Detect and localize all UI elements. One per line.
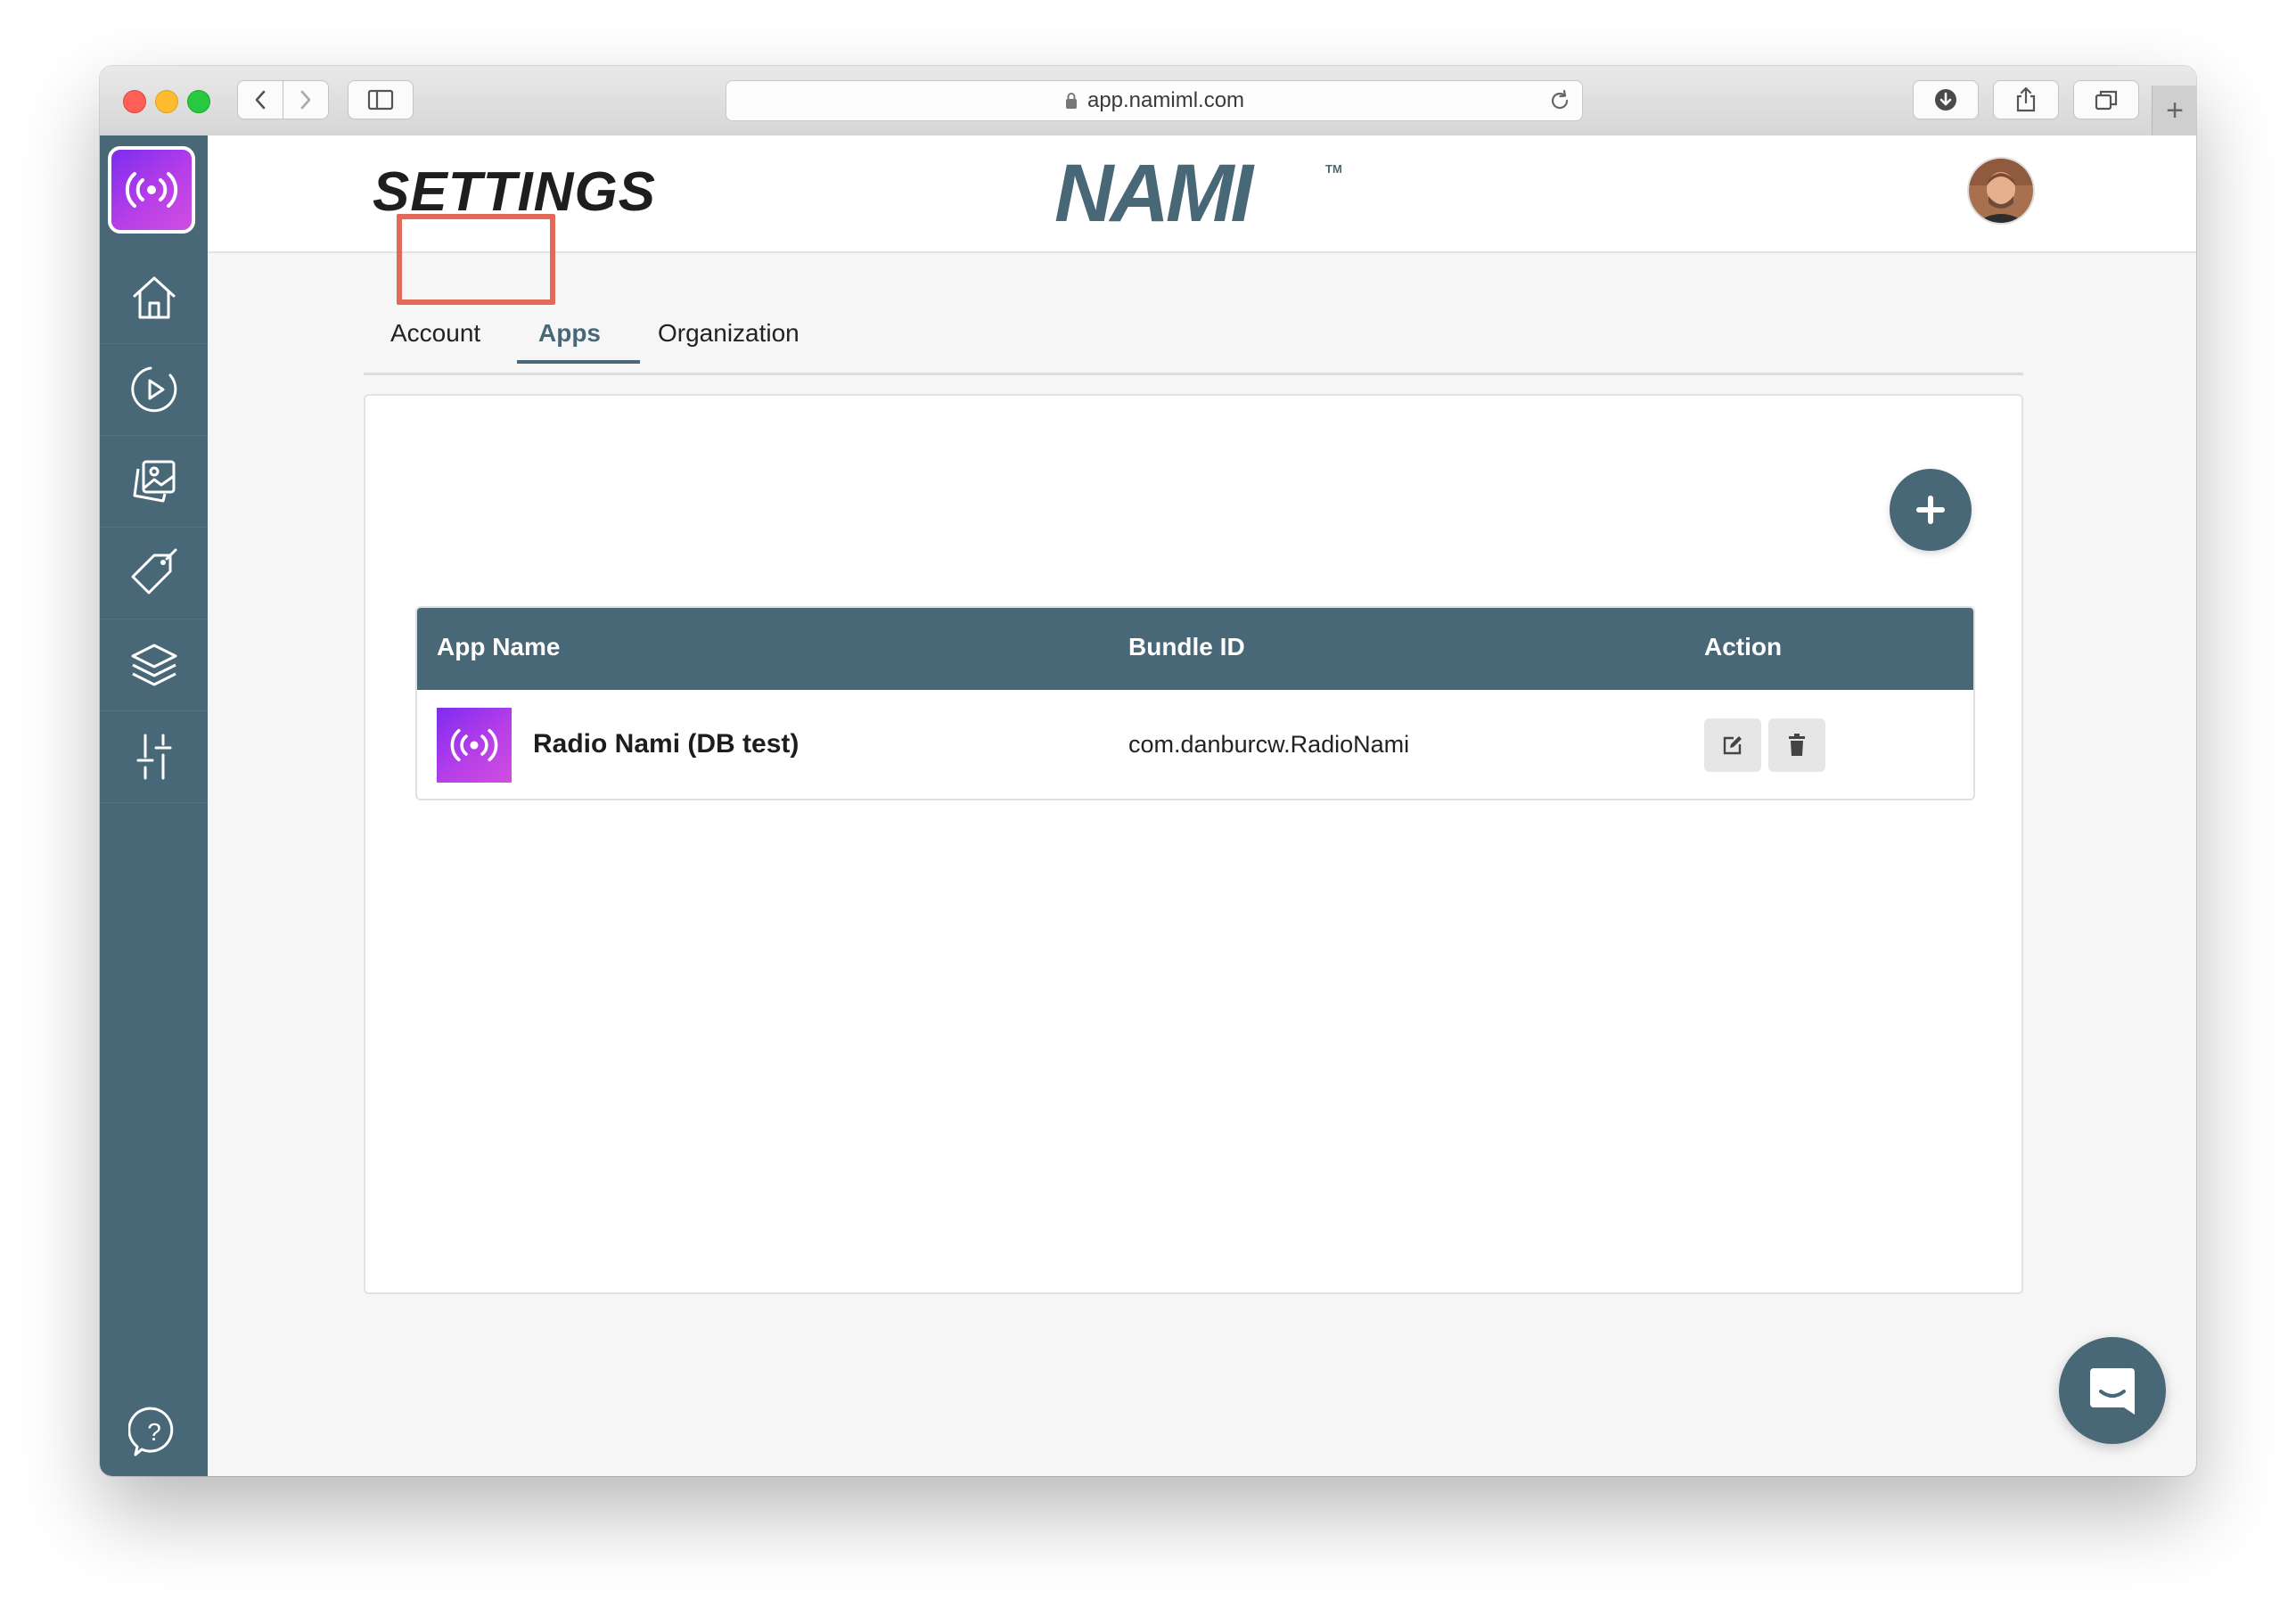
- close-window-button[interactable]: [123, 90, 146, 113]
- active-tab-indicator: [517, 360, 640, 364]
- svg-text:?: ?: [147, 1418, 161, 1446]
- add-app-button[interactable]: [1890, 469, 1972, 551]
- tab-account[interactable]: Account: [390, 319, 480, 348]
- sidebar-item-tags[interactable]: [100, 528, 208, 619]
- apps-tab-highlight: [397, 214, 555, 305]
- reload-icon[interactable]: [1548, 89, 1571, 119]
- sliders-icon: [136, 734, 171, 780]
- sidebar-toggle-button[interactable]: [348, 80, 414, 119]
- browser-toolbar: app.namiml.com +: [100, 66, 2196, 136]
- chat-icon: [2090, 1368, 2135, 1415]
- sidebar-item-play[interactable]: [100, 344, 208, 436]
- minimize-window-button[interactable]: [155, 90, 178, 113]
- svg-text:NAMI: NAMI: [1054, 157, 1256, 228]
- plus-icon: [1916, 496, 1945, 524]
- column-header-action: Action: [1704, 633, 1783, 660]
- new-tab-button[interactable]: +: [2152, 86, 2196, 135]
- help-icon: ?: [127, 1407, 173, 1456]
- settings-tabs: Account Apps Organization: [364, 296, 2023, 375]
- sidebar-item-gallery[interactable]: [100, 436, 208, 528]
- show-tabs-button[interactable]: [2073, 80, 2139, 119]
- tabs-overview-icon: [2095, 90, 2118, 111]
- column-header-bundle-id: Bundle ID: [1128, 633, 1245, 660]
- forward-button[interactable]: [283, 80, 329, 119]
- chat-support-button[interactable]: [2059, 1337, 2166, 1444]
- sidebar-item-settings[interactable]: [100, 711, 208, 803]
- download-icon: [1935, 89, 1956, 111]
- tab-organization[interactable]: Organization: [658, 319, 800, 348]
- table-row[interactable]: Radio Nami (DB test) com.danburcw.RadioN…: [417, 690, 1973, 799]
- zoom-window-button[interactable]: [187, 90, 210, 113]
- column-header-app-name: App Name: [437, 633, 561, 660]
- broadcast-icon: [125, 172, 178, 208]
- share-button[interactable]: [1993, 80, 2059, 119]
- layers-icon: [131, 644, 176, 686]
- table-header: App Name Bundle ID Action: [417, 608, 1973, 690]
- app-root: ? SETTINGS NAMI TM Account Apps Organiza…: [100, 135, 2196, 1476]
- sidebar-icon: [367, 89, 394, 111]
- user-avatar[interactable]: [1969, 159, 2033, 223]
- edit-icon: [1723, 736, 1742, 755]
- share-icon: [2016, 86, 2036, 112]
- url-text: app.namiml.com: [1086, 88, 1245, 112]
- tag-icon: [131, 548, 176, 595]
- address-bar[interactable]: app.namiml.com: [726, 80, 1583, 121]
- nami-logo: NAMI TM: [1054, 148, 1349, 239]
- chevron-left-icon: [255, 90, 266, 110]
- lock-icon: [1064, 92, 1078, 110]
- chevron-right-icon: [300, 90, 311, 110]
- app-name-cell: Radio Nami (DB test): [533, 729, 800, 759]
- app-logo-button[interactable]: [108, 146, 195, 234]
- image-gallery-icon: [133, 460, 175, 503]
- broadcast-icon: [450, 728, 498, 762]
- apps-table: App Name Bundle ID Action Radio Nami (DB…: [415, 606, 1975, 800]
- sidebar-item-home[interactable]: [100, 252, 208, 344]
- plus-icon: +: [2166, 93, 2184, 127]
- app-icon: [437, 708, 512, 783]
- svg-text:TM: TM: [1325, 162, 1342, 176]
- help-button[interactable]: ?: [100, 1401, 208, 1464]
- delete-app-button[interactable]: [1768, 718, 1825, 772]
- apps-card: App Name Bundle ID Action Radio Nami (DB…: [364, 394, 2023, 1294]
- downloads-button[interactable]: [1913, 80, 1979, 119]
- left-navigation: ?: [100, 135, 208, 1476]
- edit-app-button[interactable]: [1704, 718, 1761, 772]
- tab-apps[interactable]: Apps: [538, 319, 601, 348]
- home-icon: [133, 276, 175, 319]
- trash-icon: [1789, 734, 1805, 756]
- sidebar-item-layers[interactable]: [100, 619, 208, 711]
- back-button[interactable]: [237, 80, 283, 119]
- play-circle-icon: [130, 366, 176, 413]
- bundle-id-cell: com.danburcw.RadioNami: [1128, 731, 1410, 758]
